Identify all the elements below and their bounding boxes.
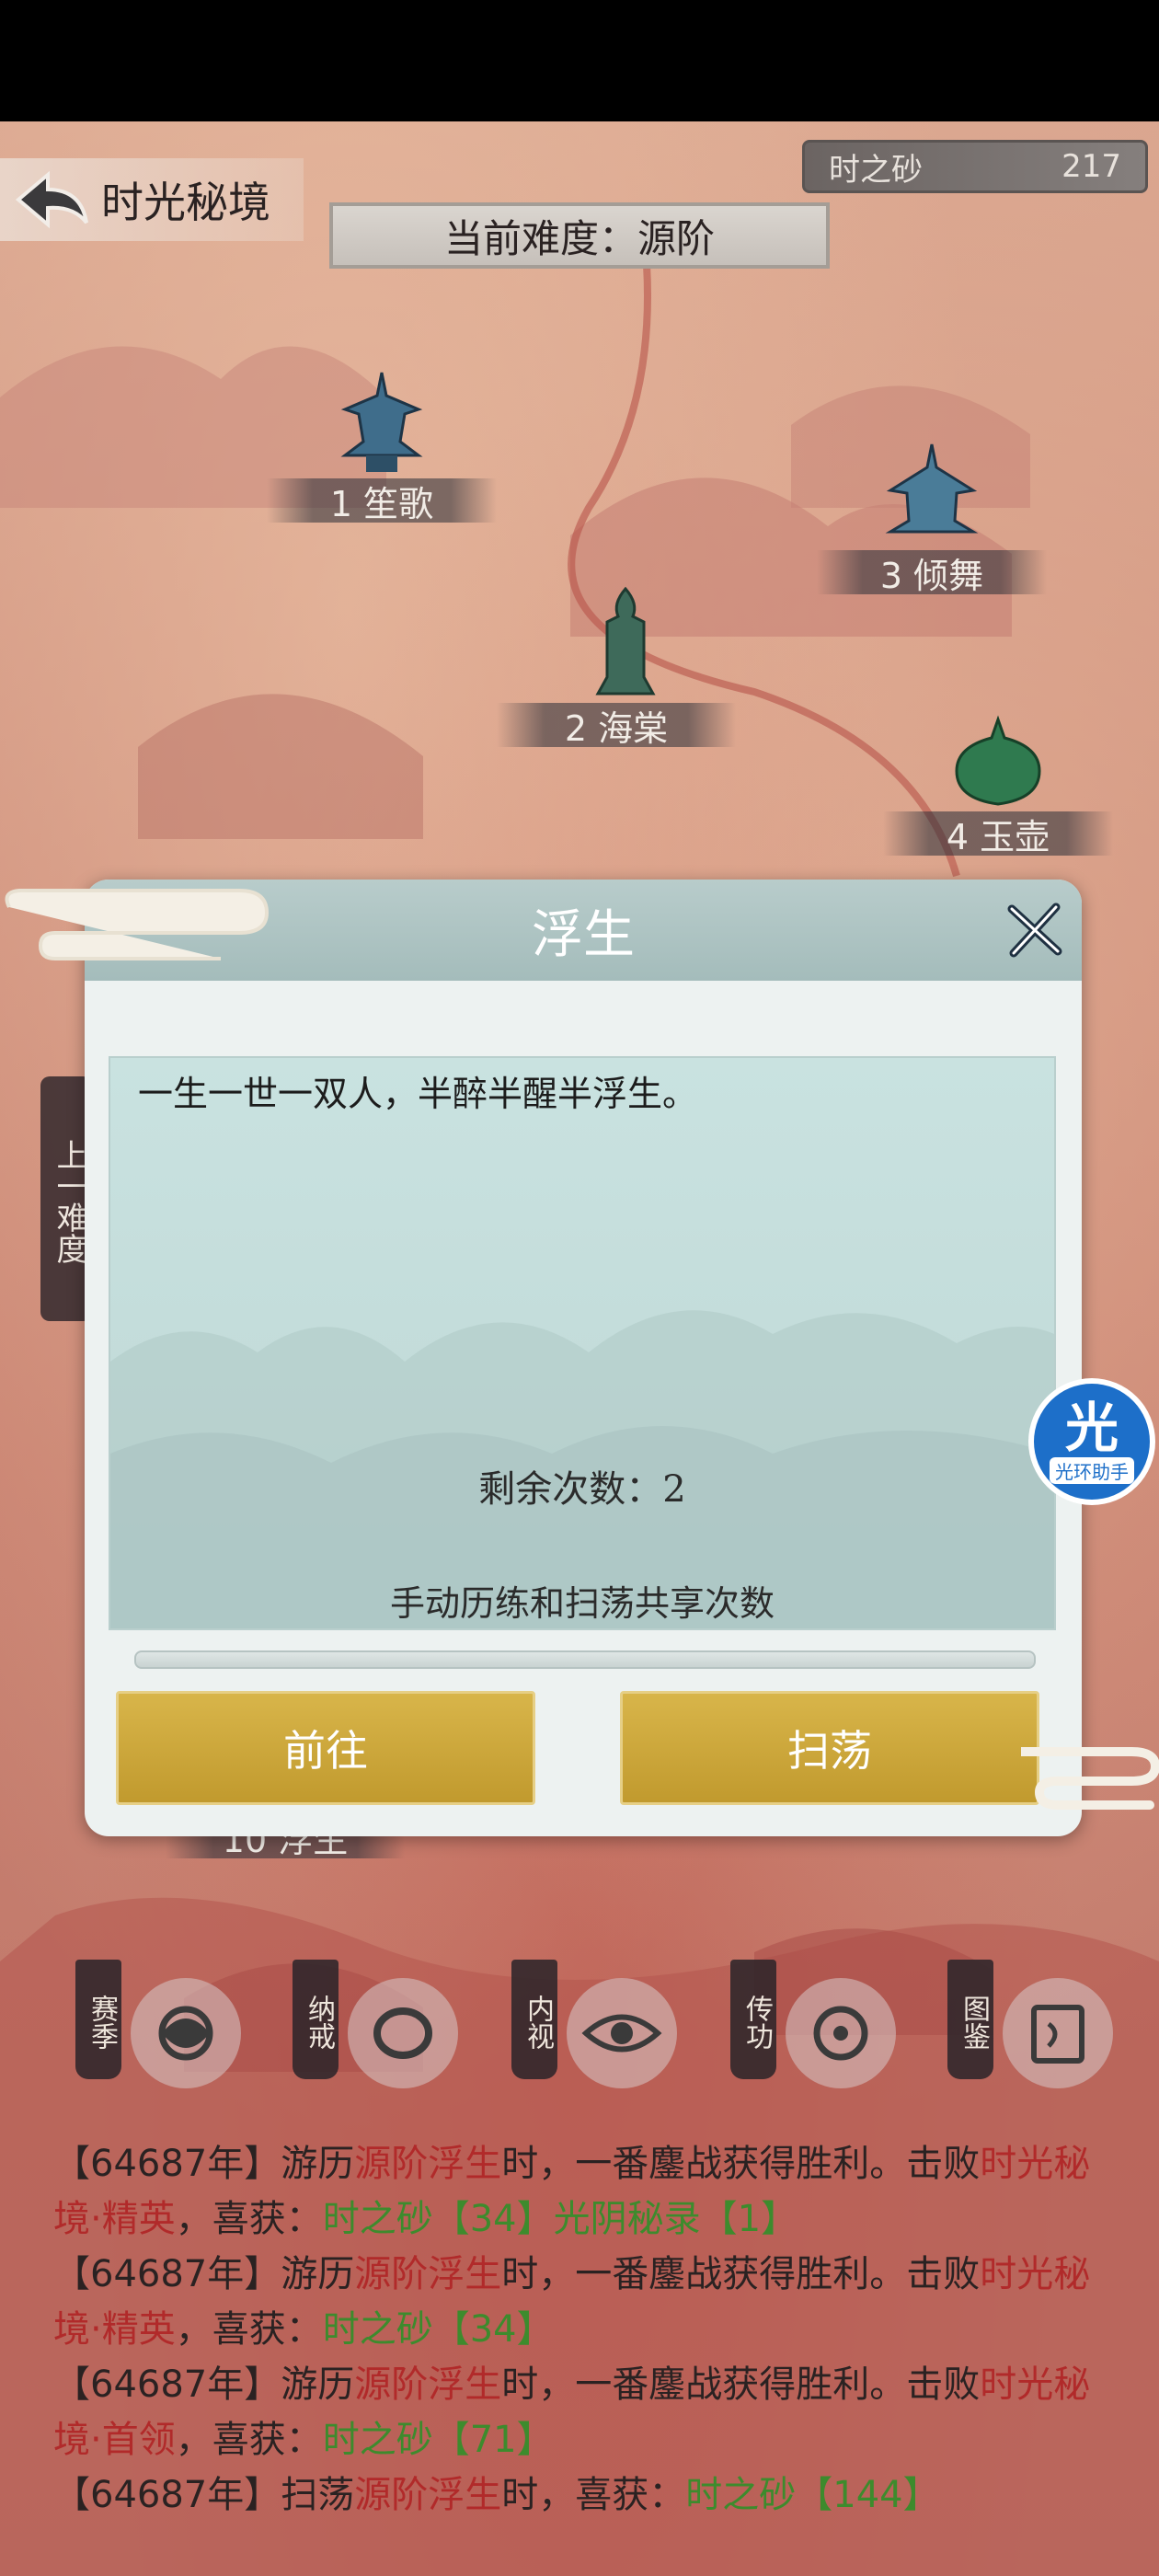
cloud-decoration-right	[1021, 1747, 1159, 1810]
resource-value: 217	[1061, 148, 1121, 185]
sweep-button-label: 扫荡	[787, 1726, 872, 1776]
map-node-1[interactable]	[331, 368, 432, 482]
eye-icon	[567, 1978, 677, 2088]
status-bar	[0, 0, 1159, 121]
map-node-2[interactable]	[580, 585, 671, 708]
battle-log: 【64687年】游历源阶浮生时，一番鏖战获得胜利。击败时光秘境·精英，喜获：时之…	[53, 2136, 1111, 2523]
season-icon	[131, 1978, 241, 2088]
difficulty-banner: 当前难度：源阶	[329, 202, 830, 269]
mountain-backdrop	[110, 1310, 1054, 1628]
map-node-4[interactable]	[947, 714, 1049, 819]
ring-tag: 纳戒	[293, 1960, 339, 2079]
helper-sub-label: 光环助手	[1050, 1456, 1134, 1484]
transfer-icon	[786, 1978, 896, 2088]
cloud-decoration-left	[5, 889, 270, 960]
go-button[interactable]: 前往	[116, 1691, 535, 1805]
scroll-decoration	[134, 1650, 1036, 1669]
log-entry: 【64687年】扫荡源阶浮生时，喜获：时之砂【144】	[53, 2474, 940, 2516]
transfer-tag: 传功	[730, 1960, 776, 2079]
map-node-4-label[interactable]: 4 玉壶	[883, 811, 1113, 857]
stage-description: 一生一世一双人，半醉半醒半浮生。	[138, 1074, 698, 1114]
season-tag: 赛季	[75, 1960, 121, 2079]
helper-icon: 光 光环助手	[1034, 1384, 1150, 1500]
sweep-button[interactable]: 扫荡	[620, 1691, 1039, 1805]
log-entry: 【64687年】游历源阶浮生时，一番鏖战获得胜利。击败时光秘境·精英，喜获：时之…	[53, 2253, 1091, 2351]
pagoda-icon	[340, 372, 423, 472]
shared-count-note: 手动历练和扫荡共享次数	[389, 1583, 775, 1624]
log-entry: 【64687年】游历源阶浮生时，一番鏖战获得胜利。击败时光秘境·精英，喜获：时之…	[53, 2143, 1091, 2240]
dialog-title: 浮生	[532, 904, 635, 965]
helper-badge[interactable]: 光 光环助手	[1028, 1378, 1155, 1505]
remaining-count: 剩余次数：2	[478, 1468, 686, 1511]
resource-name: 时之砂	[829, 151, 923, 189]
map-node-3[interactable]	[881, 440, 982, 554]
prev-difficulty-label: 上一难度	[51, 1139, 87, 1264]
ring-button[interactable]: 纳戒	[293, 1960, 486, 2098]
helper-main-label: 光	[1064, 1396, 1119, 1459]
stage-dialog: 浮生 一生一世一双人，半醉半醒半浮生。 剩余次数：2 手动历练和扫荡共享次数 前…	[85, 880, 1082, 1836]
atlas-button[interactable]: 图鉴	[947, 1960, 1141, 2098]
back-arrow-icon	[0, 163, 101, 236]
season-button[interactable]: 赛季	[75, 1960, 269, 2098]
difficulty-label: 当前难度：源阶	[443, 215, 715, 261]
back-button[interactable]: 时光秘境	[0, 158, 304, 241]
log-entry: 【64687年】游历源阶浮生时，一番鏖战获得胜利。击败时光秘境·首领，喜获：时之…	[53, 2363, 1091, 2461]
atlas-tag: 图鉴	[947, 1960, 993, 2079]
map-node-1-label[interactable]: 1 笙歌	[267, 478, 497, 524]
dialog-content: 一生一世一双人，半醉半醒半浮生。 剩余次数：2 手动历练和扫荡共享次数	[109, 1056, 1056, 1630]
inner-view-tag: 内视	[511, 1960, 557, 2079]
close-button[interactable]	[1001, 896, 1069, 964]
page-title: 时光秘境	[101, 178, 270, 227]
map-node-2-label[interactable]: 2 海棠	[497, 703, 736, 749]
ring-icon	[348, 1978, 458, 2088]
inner-view-button[interactable]: 内视	[511, 1960, 705, 2098]
pagoda-icon	[885, 443, 979, 534]
lantern-icon	[595, 586, 656, 696]
teapot-icon	[955, 715, 1041, 806]
transfer-button[interactable]: 传功	[730, 1960, 924, 2098]
atlas-icon	[1003, 1978, 1113, 2088]
resource-counter: 时之砂 217	[802, 140, 1148, 193]
map-node-3-label[interactable]: 3 倾舞	[817, 550, 1047, 596]
go-button-label: 前往	[283, 1726, 368, 1776]
close-icon	[1007, 903, 1062, 958]
